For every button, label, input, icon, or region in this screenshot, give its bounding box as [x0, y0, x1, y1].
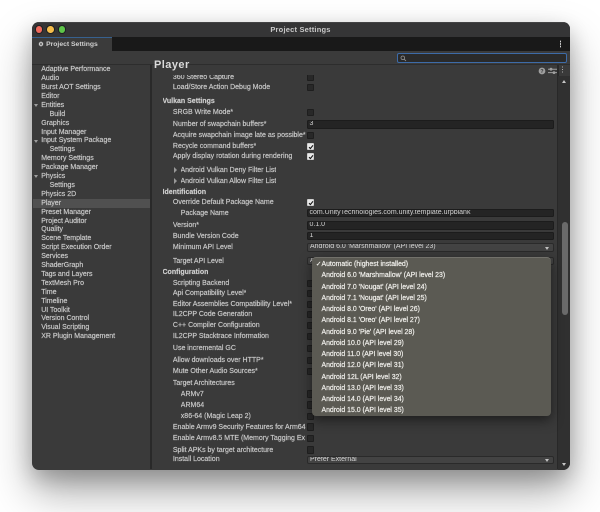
svg-text:?: ? [540, 68, 543, 74]
